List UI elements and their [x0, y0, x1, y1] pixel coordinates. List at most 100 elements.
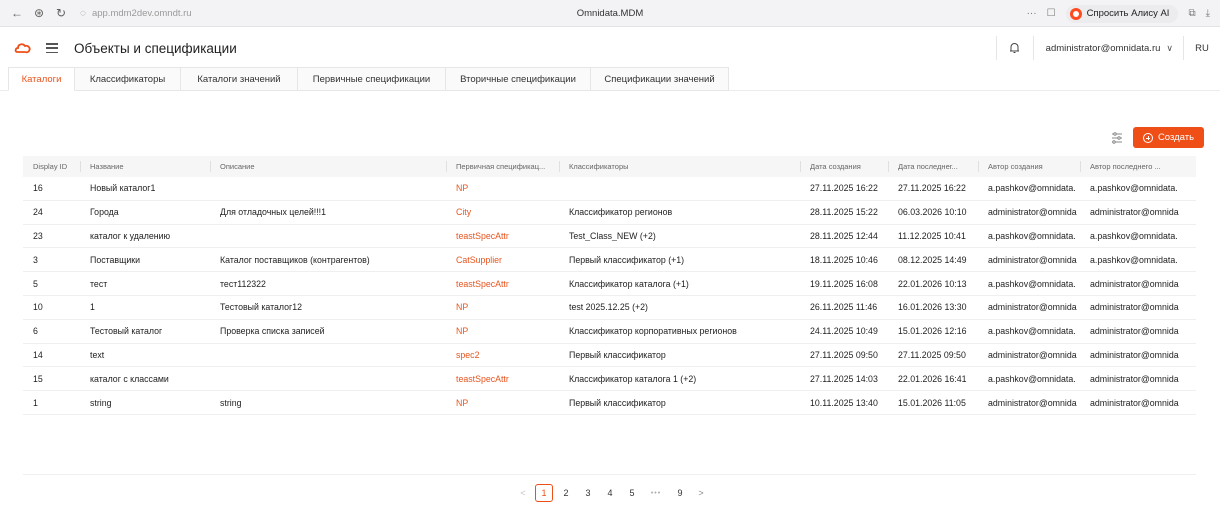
cell-created-date: 27.11.2025 14:03	[810, 373, 878, 384]
cell-description: Для отладочных целей!!!1	[220, 207, 327, 218]
cell-display-id: 6	[33, 326, 38, 337]
primary-spec-link[interactable]: NP	[446, 302, 559, 312]
cell-description: тест112322	[220, 278, 266, 289]
table-row[interactable]: 23 каталог к удалению teastSpecAttr Test_Cl…	[23, 225, 1196, 249]
cell-modified-date: 16.01.2026 13:30	[898, 302, 967, 313]
column-header-created-date[interactable]: Дата создания	[800, 156, 888, 177]
tab-value-catalogs[interactable]: Каталоги значений	[181, 67, 298, 91]
cell-display-id: 5	[33, 278, 38, 289]
cell-display-id: 15	[33, 373, 43, 384]
column-header-modified-date[interactable]: Дата последнег...	[888, 156, 978, 177]
table-row[interactable]: 5 тест тест112322 teastSpecAttr Классификато…	[23, 272, 1196, 296]
cell-name: тест	[90, 278, 108, 289]
browser-page-title: Omnidata.MDM	[576, 8, 644, 19]
column-header-primary-spec[interactable]: Первичная спецификац...	[446, 156, 559, 177]
cell-display-id: 16	[33, 183, 43, 194]
table-row[interactable]: 24 Города Для отладочных целей!!!1 City Клас…	[23, 201, 1196, 225]
page-button-current[interactable]: 1	[535, 484, 553, 502]
table-bottom-divider	[23, 474, 1196, 475]
address-bar[interactable]: ◌ app.mdm2dev.omndt.ru	[80, 8, 192, 19]
cell-description: Тестовый каталог12	[220, 302, 303, 313]
column-header-description[interactable]: Описание	[210, 156, 446, 177]
primary-spec-link[interactable]: teastSpecAttr	[446, 279, 559, 289]
user-email: administrator@omnidata.ru	[1045, 42, 1161, 54]
page-title: Объекты и спецификации	[74, 40, 237, 56]
page-button[interactable]: 5	[621, 488, 643, 498]
cell-created-by: administrator@omnida	[988, 254, 1077, 265]
column-header-name[interactable]: Название	[80, 156, 210, 177]
primary-spec-link[interactable]: City	[446, 207, 559, 217]
column-header-created-by[interactable]: Автор создания	[978, 156, 1080, 177]
cell-classifiers: Первый классификатор	[569, 349, 666, 360]
tab-classifiers[interactable]: Классификаторы	[75, 67, 181, 91]
omnidata-logo-icon[interactable]	[14, 39, 32, 57]
url-text: app.mdm2dev.omndt.ru	[91, 7, 192, 19]
cell-created-date: 24.11.2025 10:49	[810, 326, 878, 337]
column-header-display-id[interactable]: Display ID	[23, 156, 80, 177]
extension-icon[interactable]: ⧉	[1188, 8, 1195, 19]
table-row[interactable]: 3 Поставщики Каталог поставщиков (контраге…	[23, 248, 1196, 273]
primary-spec-link[interactable]: NP	[446, 326, 559, 336]
cell-created-date: 28.11.2025 12:44	[810, 230, 878, 241]
cell-name: Тестовый каталог	[90, 326, 163, 337]
tab-catalogs[interactable]: Каталоги	[8, 67, 75, 91]
cell-created-date: 19.11.2025 16:08	[810, 278, 878, 289]
primary-spec-link[interactable]: spec2	[446, 350, 559, 360]
back-arrow-icon[interactable]: ←	[6, 6, 28, 20]
column-header-modified-by[interactable]: Автор последнего ...	[1080, 156, 1196, 177]
table-row[interactable]: 14 text spec2 Первый классификатор 27.11.202…	[23, 344, 1196, 368]
reload-icon[interactable]: ↻	[50, 6, 72, 20]
page-button[interactable]: 2	[555, 488, 577, 498]
primary-spec-link[interactable]: teastSpecAttr	[446, 374, 559, 384]
catalogs-table: Display ID Название Описание Первичная с…	[23, 156, 1196, 415]
page-ellipsis[interactable]: •••	[643, 490, 669, 497]
cell-modified-by: a.pashkov@omnidata.	[1090, 183, 1178, 194]
primary-spec-link[interactable]: NP	[446, 183, 559, 193]
cell-display-id: 3	[33, 254, 38, 265]
tab-value-specs[interactable]: Спецификации значений	[591, 67, 729, 91]
next-page-button[interactable]: >	[691, 488, 711, 498]
cell-classifiers: Классификатор корпоративных регионов	[569, 326, 737, 337]
table-row[interactable]: 15 каталог с классами teastSpecAttr Классиф…	[23, 367, 1196, 392]
table-row[interactable]: 10 1 Тестовый каталог12 NP test 2025.12.25 (…	[23, 296, 1196, 320]
cell-modified-date: 06.03.2026 10:10	[898, 207, 967, 218]
menu-icon[interactable]	[46, 43, 58, 53]
alice-button[interactable]: Спросить Алису AI	[1065, 4, 1179, 23]
column-header-classifiers[interactable]: Классификаторы	[559, 156, 800, 177]
table-body: 16 Новый каталог1 NP 27.11.2025 16:22 27.11.…	[23, 177, 1196, 415]
cell-modified-date: 15.01.2026 12:16	[898, 326, 967, 337]
user-menu[interactable]: administrator@omnidata.ru ∨	[1034, 43, 1183, 54]
more-icon[interactable]: ···	[1027, 8, 1037, 19]
cell-modified-date: 11.12.2025 10:41	[898, 230, 966, 241]
cell-name: Города	[90, 207, 119, 218]
create-button[interactable]: Создать	[1133, 127, 1204, 148]
page-button[interactable]: 4	[599, 488, 621, 498]
page-button[interactable]: 3	[577, 488, 599, 498]
table-row[interactable]: 16 Новый каталог1 NP 27.11.2025 16:22 27.11.…	[23, 177, 1196, 201]
cell-modified-by: administrator@omnida	[1090, 373, 1179, 384]
notifications-button[interactable]	[997, 42, 1033, 54]
language-switcher[interactable]: RU	[1184, 43, 1220, 54]
cell-created-by: administrator@omnida	[988, 397, 1077, 408]
primary-spec-link[interactable]: teastSpecAttr	[446, 231, 559, 241]
cell-created-by: a.pashkov@omnidata.	[988, 278, 1076, 289]
cell-created-date: 10.11.2025 13:40	[810, 397, 878, 408]
table-row[interactable]: 6 Тестовый каталог Проверка списка записей…	[23, 320, 1196, 344]
cell-created-date: 27.11.2025 09:50	[810, 349, 878, 360]
page-button[interactable]: 9	[669, 488, 691, 498]
cell-created-by: administrator@omnida	[988, 207, 1077, 218]
cell-modified-date: 22.01.2026 16:41	[898, 373, 967, 384]
cell-created-by: a.pashkov@omnidata.	[988, 230, 1076, 241]
table-row[interactable]: 1 string string NP Первый классификатор 10.11…	[23, 391, 1196, 415]
cell-modified-by: administrator@omnida	[1090, 326, 1179, 337]
bookmark-icon[interactable]: ☐	[1047, 8, 1056, 19]
tab-secondary-specs[interactable]: Вторичные спецификации	[446, 67, 591, 91]
cell-display-id: 1	[33, 397, 38, 408]
primary-spec-link[interactable]: CatSupplier	[446, 255, 559, 265]
privacy-icon[interactable]: ⊛	[28, 6, 50, 20]
column-settings-icon[interactable]	[1110, 131, 1124, 145]
tab-primary-specs[interactable]: Первичные спецификации	[298, 67, 446, 91]
prev-page-button[interactable]: <	[513, 488, 533, 498]
download-icon[interactable]: ⤓	[1206, 8, 1210, 19]
primary-spec-link[interactable]: NP	[446, 398, 559, 408]
